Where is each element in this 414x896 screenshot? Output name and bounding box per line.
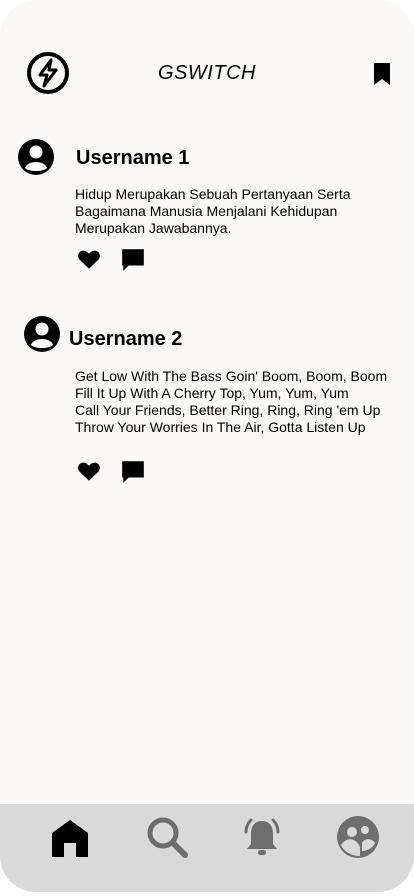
search-icon[interactable] (145, 815, 189, 859)
app-screen: GSWITCH Username 1 Hidup Merupakan Sebua… (0, 0, 414, 892)
post-card: Username 2 Get Low With The Bass Goin' B… (0, 312, 414, 492)
app-title: GSWITCH (158, 62, 256, 84)
like-heart-icon[interactable] (76, 246, 102, 272)
user-avatar-icon[interactable] (23, 315, 61, 353)
comment-icon[interactable] (120, 458, 146, 484)
post-card: Username 1 Hidup Merupakan Sebuah Pertan… (0, 130, 414, 280)
user-avatar-icon[interactable] (17, 138, 55, 176)
profile-icon[interactable] (336, 815, 380, 859)
like-heart-icon[interactable] (76, 458, 102, 484)
comment-icon[interactable] (120, 246, 146, 272)
bookmark-icon[interactable] (372, 62, 392, 86)
post-username[interactable]: Username 1 (76, 147, 189, 170)
home-icon[interactable] (48, 815, 92, 859)
post-text: Hidup Merupakan Sebuah Pertanyaan Serta … (75, 186, 351, 236)
bottom-nav (0, 804, 414, 892)
post-username[interactable]: Username 2 (69, 328, 182, 351)
post-text: Get Low With The Bass Goin' Boom, Boom, … (75, 368, 388, 435)
bell-icon[interactable] (240, 815, 284, 859)
